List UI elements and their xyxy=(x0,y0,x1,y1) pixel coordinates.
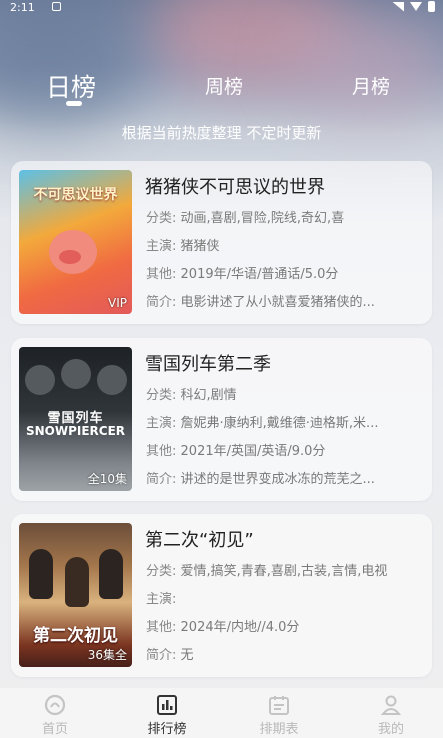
other-label: 其他: xyxy=(146,620,177,635)
poster-badge: 36集全 xyxy=(87,648,127,662)
poster-character xyxy=(99,549,123,599)
poster-image[interactable]: 不可思议世界 VIP xyxy=(19,170,132,314)
poster-title-art: 不可思议世界 xyxy=(33,187,118,203)
intro-value: 讲述的是世界变成冰冻的荒芜之... xyxy=(180,472,375,487)
cast-label: 主演: xyxy=(146,239,177,254)
poster-character xyxy=(61,359,91,389)
cast-label: 主演: xyxy=(146,416,177,431)
item-intro: 简介: 电影讲述了从小就喜爱猪猪侠的... xyxy=(146,291,416,310)
poster-character-nose xyxy=(59,250,81,264)
nav-home[interactable]: 首页 xyxy=(20,694,90,737)
cast-value: 猪猪侠 xyxy=(180,239,220,254)
ranking-subtitle: 根据当前热度整理 不定时更新 xyxy=(121,124,322,142)
item-title[interactable]: 猪猪侠不可思议的世界 xyxy=(145,173,325,199)
intro-value: 电影讲述了从小就喜爱猪猪侠的... xyxy=(180,295,375,310)
ranking-icon xyxy=(157,695,177,715)
nav-profile[interactable]: 我的 xyxy=(356,694,426,737)
calendar-icon xyxy=(269,696,289,715)
tab-daily[interactable]: 日榜 xyxy=(46,68,96,104)
category-value: 动画,喜剧,冒险,院线,奇幻,喜 xyxy=(180,211,345,226)
other-value: 2024年/内地//4.0分 xyxy=(180,620,300,635)
category-label: 分类: xyxy=(146,211,177,226)
ranking-item-card[interactable]: 雪国列车 SNOWPIERCER 全10集 雪国列车第二季 分类: 科幻,剧情 … xyxy=(11,338,432,501)
profile-icon xyxy=(380,695,402,715)
poster-character xyxy=(65,557,89,607)
item-cast: 主演: xyxy=(146,588,416,607)
item-other: 其他: 2021年/英国/英语/9.0分 xyxy=(146,440,416,459)
poster-title-art-en: SNOWPIERCER xyxy=(25,424,126,438)
other-value: 2019年/华语/普通话/5.0分 xyxy=(180,267,339,282)
item-category: 分类: 爱情,搞笑,青春,喜剧,古装,言情,电视 xyxy=(146,560,416,579)
nav-profile-label: 我的 xyxy=(377,722,404,737)
poster-character xyxy=(29,549,53,599)
item-category: 分类: 动画,喜剧,冒险,院线,奇幻,喜 xyxy=(146,207,416,226)
item-other: 其他: 2019年/华语/普通话/5.0分 xyxy=(146,263,416,282)
item-category: 分类: 科幻,剧情 xyxy=(146,384,416,403)
signal-icon xyxy=(410,2,422,11)
ranking-item-card[interactable]: 第二次初见 36集全 第二次“初见” 分类: 爱情,搞笑,青春,喜剧,古装,言情… xyxy=(11,514,432,677)
category-value: 科幻,剧情 xyxy=(180,388,237,403)
intro-label: 简介: xyxy=(146,648,177,663)
item-other: 其他: 2024年/内地//4.0分 xyxy=(146,616,416,635)
status-bar: 2:11 xyxy=(0,0,443,16)
poster-title-art: 第二次初见 xyxy=(33,626,118,646)
poster-image[interactable]: 雪国列车 SNOWPIERCER 全10集 xyxy=(19,347,132,491)
intro-label: 简介: xyxy=(146,472,177,487)
nav-schedule[interactable]: 排期表 xyxy=(244,694,314,737)
ranking-tabs: 日榜 周榜 月榜 xyxy=(0,60,443,110)
nav-ranking[interactable]: 排行榜 xyxy=(132,694,202,737)
home-icon xyxy=(44,694,66,716)
item-title[interactable]: 第二次“初见” xyxy=(145,526,254,552)
nav-ranking-label: 排行榜 xyxy=(147,722,187,737)
nav-schedule-label: 排期表 xyxy=(259,722,299,737)
poster-badge: 全10集 xyxy=(87,472,127,486)
active-tab-indicator xyxy=(66,101,82,106)
item-title[interactable]: 雪国列车第二季 xyxy=(145,350,271,376)
item-cast: 主演: 猪猪侠 xyxy=(146,235,416,254)
other-value: 2021年/英国/英语/9.0分 xyxy=(180,444,326,459)
notification-icon xyxy=(52,2,61,11)
battery-icon xyxy=(428,1,435,12)
poster-image[interactable]: 第二次初见 36集全 xyxy=(19,523,132,667)
intro-label: 简介: xyxy=(146,295,177,310)
category-value: 爱情,搞笑,青春,喜剧,古装,言情,电视 xyxy=(180,564,388,579)
status-indicators xyxy=(392,1,435,12)
category-label: 分类: xyxy=(146,564,177,579)
category-label: 分类: xyxy=(146,388,177,403)
wifi-icon xyxy=(392,1,404,12)
tab-weekly[interactable]: 周榜 xyxy=(205,72,243,99)
poster-character xyxy=(25,365,55,395)
item-cast: 主演: 詹妮弗·康纳利,戴维德·迪格斯,米... xyxy=(146,412,416,431)
ranking-item-card[interactable]: 不可思议世界 VIP 猪猪侠不可思议的世界 分类: 动画,喜剧,冒险,院线,奇幻… xyxy=(11,161,432,324)
tab-monthly[interactable]: 月榜 xyxy=(352,72,390,99)
bottom-navigation: 首页 排行榜 排期表 我的 xyxy=(0,688,443,738)
intro-value: 无 xyxy=(180,648,194,663)
item-intro: 简介: 讲述的是世界变成冰冻的荒芜之... xyxy=(146,468,416,487)
other-label: 其他: xyxy=(146,444,177,459)
other-label: 其他: xyxy=(146,267,177,282)
cast-label: 主演: xyxy=(146,592,177,607)
status-time: 2:11 xyxy=(10,1,35,14)
poster-character xyxy=(97,365,127,395)
cast-value: 詹妮弗·康纳利,戴维德·迪格斯,米... xyxy=(180,416,379,431)
poster-badge: VIP xyxy=(108,296,127,310)
nav-home-label: 首页 xyxy=(41,722,68,737)
item-intro: 简介: 无 xyxy=(146,644,416,663)
